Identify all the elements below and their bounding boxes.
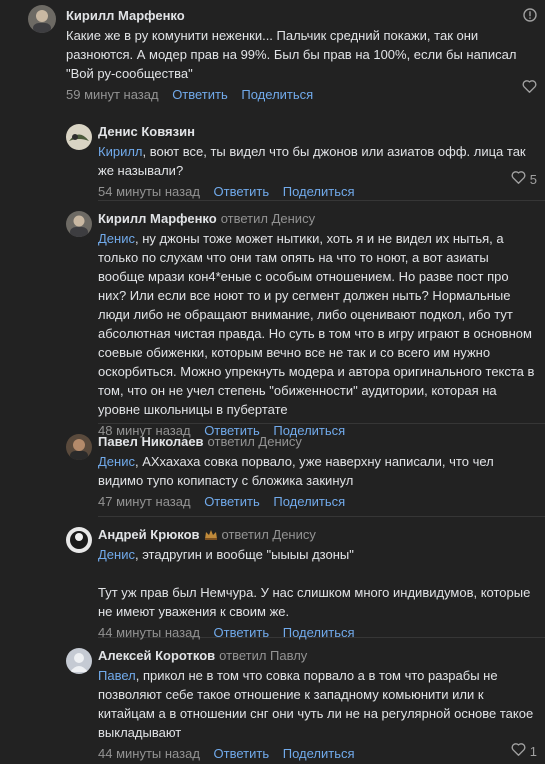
author-name[interactable]: Павел Николаев (98, 434, 204, 449)
comment: Кирилл Марфенко ответил Денису Денис, ну … (0, 201, 545, 438)
replied-to[interactable]: ответил Денису (208, 434, 302, 449)
avatar[interactable] (66, 648, 92, 674)
author-name[interactable]: Денис Ковязин (98, 124, 195, 139)
comment: Павел Николаев ответил Денису Денис, АХха… (0, 424, 545, 510)
crown-emoji-icon (204, 526, 218, 540)
heart-icon (511, 742, 526, 761)
comment: Андрей Крюков ответил Денису Денис, этадр… (0, 517, 545, 640)
avatar[interactable] (66, 124, 92, 150)
mention-link[interactable]: Павел (98, 668, 136, 683)
author-name[interactable]: Кирилл Марфенко (66, 8, 185, 23)
replied-to[interactable]: ответил Павлу (219, 648, 307, 663)
comment-text: Какие же в ру комунити неженки... Пальчи… (66, 28, 517, 81)
mention-link[interactable]: Денис (98, 231, 135, 246)
share-button[interactable]: Поделиться (273, 494, 345, 509)
avatar[interactable] (66, 211, 92, 237)
comment: Алексей Коротков ответил Павлу Павел, при… (0, 638, 545, 761)
reply-button[interactable]: Ответить (172, 87, 228, 102)
comment-text: Денис, ну джоны тоже может нытики, хоть … (98, 231, 535, 417)
replied-to[interactable]: ответил Денису (222, 527, 316, 542)
heart-icon (511, 170, 526, 189)
author-name[interactable]: Андрей Крюков (98, 527, 200, 542)
like-count: 1 (529, 744, 537, 759)
reply-button[interactable]: Ответить (214, 184, 270, 199)
timestamp[interactable]: 54 минуты назад (98, 184, 200, 199)
mention-link[interactable]: Кирилл (98, 144, 143, 159)
share-button[interactable]: Поделиться (283, 746, 355, 761)
comment-text-second-paragraph: Тут уж прав был Немчура. У нас слишком м… (98, 585, 531, 619)
avatar[interactable] (66, 434, 92, 460)
like-button[interactable]: 5 (511, 170, 537, 189)
replied-to[interactable]: ответил Денису (221, 211, 315, 226)
mention-link[interactable]: Денис (98, 454, 135, 469)
like-button[interactable] (522, 79, 537, 98)
more-icon[interactable] (523, 8, 537, 22)
comment-text: Кирилл, воют все, ты видел что бы джонов… (98, 144, 526, 178)
comment-text: Денис, АХхахаха совка порвало, уже навер… (98, 454, 494, 488)
timestamp[interactable]: 47 минут назад (98, 494, 191, 509)
like-count: 5 (529, 172, 537, 187)
comment: Кирилл Марфенко Какие же в ру комунити н… (0, 0, 545, 114)
like-button[interactable]: 1 (511, 742, 537, 761)
mention-link[interactable]: Денис (98, 547, 135, 562)
avatar[interactable] (66, 527, 92, 553)
comment-text: Павел, прикол не в том что совка порвало… (98, 668, 534, 740)
comment-text: Денис, этадругин и вообще "ыыыы дзоны" (98, 547, 354, 562)
author-name[interactable]: Кирилл Марфенко (98, 211, 217, 226)
share-button[interactable]: Поделиться (241, 87, 313, 102)
comment: Денис Ковязин Кирилл, воют все, ты видел… (0, 114, 545, 199)
reply-button[interactable]: Ответить (214, 746, 270, 761)
author-name[interactable]: Алексей Коротков (98, 648, 215, 663)
reply-button[interactable]: Ответить (204, 494, 260, 509)
heart-icon (522, 79, 537, 98)
share-button[interactable]: Поделиться (283, 184, 355, 199)
timestamp[interactable]: 59 минут назад (66, 87, 159, 102)
timestamp[interactable]: 44 минуты назад (98, 746, 200, 761)
avatar[interactable] (28, 5, 56, 33)
